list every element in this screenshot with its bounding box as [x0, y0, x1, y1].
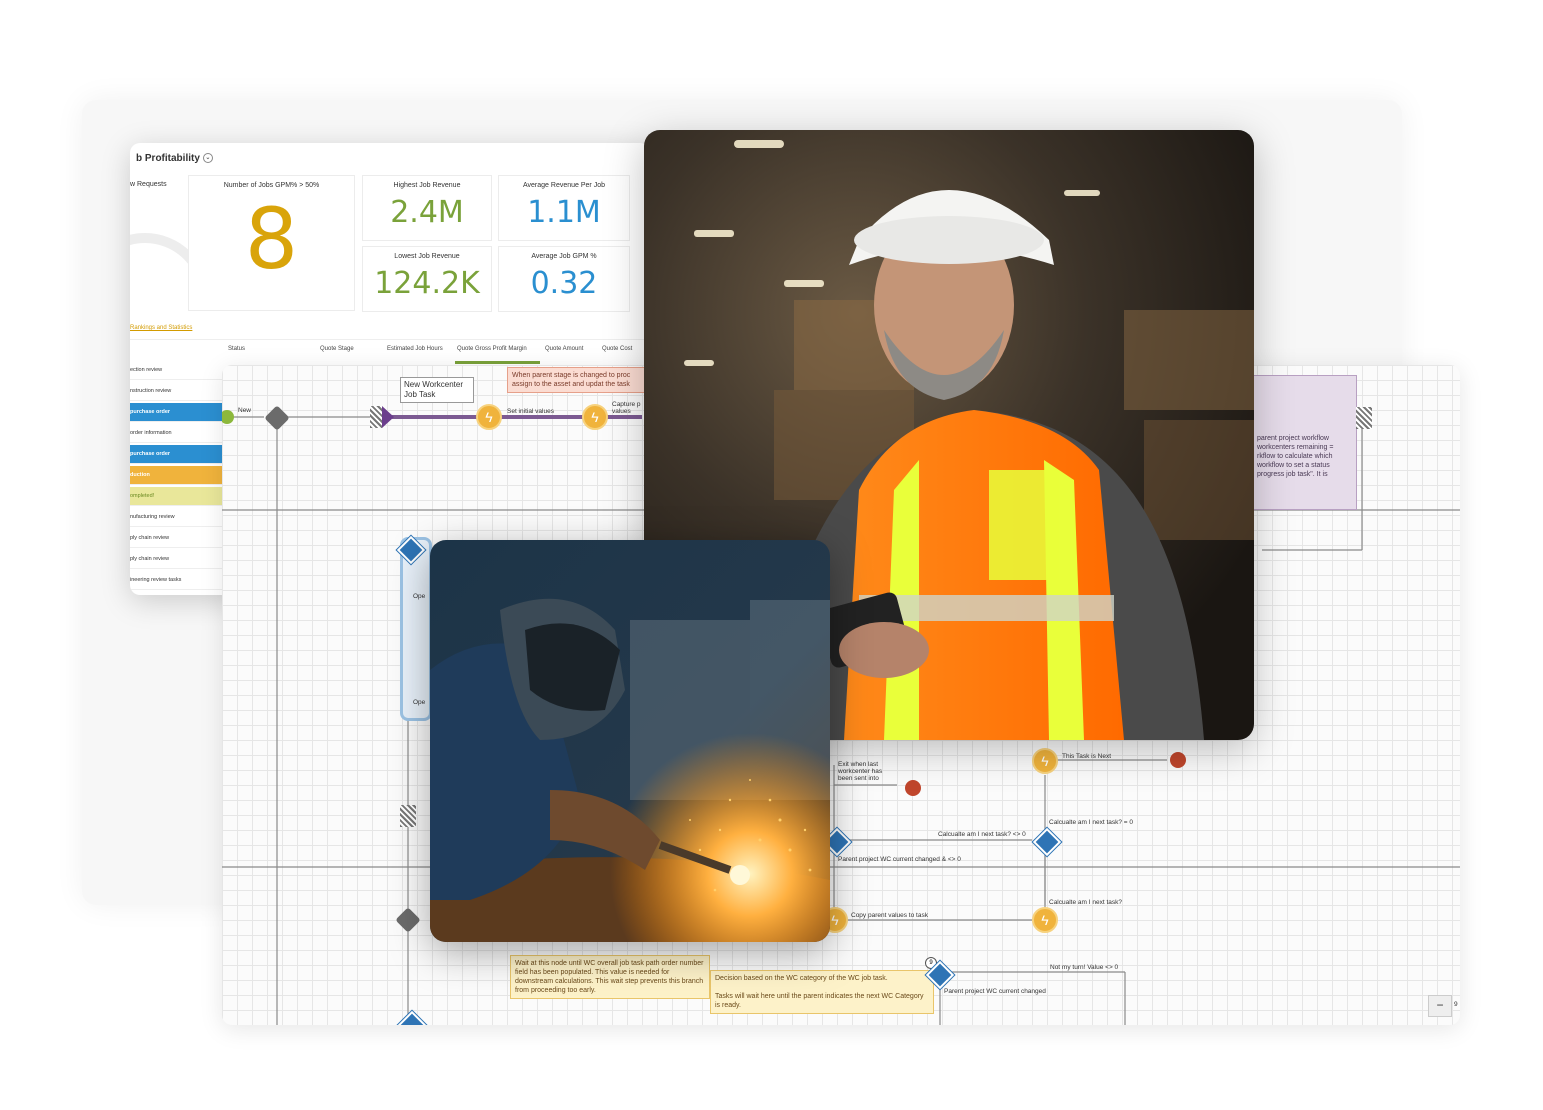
workcenter-task-box[interactable]: New Workcenter Job Task: [400, 377, 474, 403]
list-item[interactable]: purchase order: [130, 445, 222, 464]
kpi-card-avg-revenue[interactable]: Average Revenue Per Job 1.1M: [498, 175, 630, 241]
parent-wc-changed-label: Parent project WC current changed: [944, 988, 1046, 995]
dashboard-title: b Profitability ⌄: [136, 153, 213, 164]
parent-changed-label: Parent project WC current changed & <> 0: [838, 856, 961, 863]
list-item[interactable]: ply chain review: [130, 529, 222, 548]
calc-next-ne-label: Calcualte am I next task? <> 0: [938, 831, 1026, 838]
note-wait[interactable]: Wait at this node until WC overall job t…: [510, 955, 710, 999]
collapsed-group[interactable]: [400, 537, 432, 721]
column-header[interactable]: Quote Cost: [602, 346, 632, 352]
kpi-label: Lowest Job Revenue: [394, 253, 460, 260]
set-initial-label: Set initial values: [507, 408, 554, 415]
list-item[interactable]: ply chain review: [130, 550, 222, 569]
active-column-indicator: [455, 361, 540, 364]
exit-last-label: Exit when last workcenter has been sent …: [838, 761, 883, 782]
list-item[interactable]: nstruction review: [130, 382, 222, 401]
column-header[interactable]: Quote Amount: [545, 346, 583, 352]
column-header[interactable]: Estimated Job Hours: [387, 346, 443, 352]
kpi-label: Average Job GPM %: [531, 253, 597, 260]
welder-illustration: [430, 540, 830, 942]
capture-label: Capture p values: [612, 401, 641, 415]
kpi-card-jobs-gpm[interactable]: Number of Jobs GPM% > 50% 8: [188, 175, 355, 311]
not-my-turn-label: Not my turn! Value <> 0: [1050, 964, 1119, 971]
note-right[interactable]: parent project workflow workcenters rema…: [1252, 375, 1357, 510]
bolt-icon[interactable]: ϟ: [1032, 748, 1058, 774]
rankings-statistics-link[interactable]: Rankings and Statistics: [130, 325, 192, 331]
kpi-label: Average Revenue Per Job: [523, 182, 605, 189]
kpi-value: 1.1M: [527, 195, 601, 230]
zoom-level: 9: [1454, 1001, 1458, 1008]
bolt-icon[interactable]: ϟ: [1032, 907, 1058, 933]
list-item[interactable]: ection review: [130, 361, 222, 380]
bolt-icon[interactable]: ϟ: [582, 404, 608, 430]
kpi-new-requests: w Requests: [130, 175, 178, 188]
kpi-value: 0.32: [530, 266, 598, 301]
hatch-node[interactable]: [400, 805, 416, 827]
list-item[interactable]: purchase order: [130, 403, 222, 422]
new-label: New: [238, 407, 252, 414]
list-item[interactable]: ineering review tasks: [130, 571, 222, 590]
list-item[interactable]: nufacturing review: [130, 508, 222, 527]
kpi-value: 8: [244, 190, 299, 288]
end-node[interactable]: [905, 780, 921, 796]
note-decision[interactable]: Decision based on the WC category of the…: [710, 970, 934, 1014]
column-header[interactable]: Quote Gross Profit Margin: [457, 346, 527, 352]
column-header[interactable]: Quote Stage: [320, 346, 354, 352]
dashboard-title-text: b Profitability: [136, 153, 200, 164]
end-node[interactable]: [1170, 752, 1186, 768]
kpi-card-highest-revenue[interactable]: Highest Job Revenue 2.4M: [362, 175, 492, 241]
list-item[interactable]: order information: [130, 424, 222, 443]
kpi-value: 124.2K: [374, 266, 480, 301]
kpi-label: Highest Job Revenue: [393, 182, 461, 189]
hatch-node[interactable]: [370, 406, 382, 428]
kpi-label: Number of Jobs GPM% > 50%: [223, 182, 320, 189]
bolt-icon[interactable]: ϟ: [476, 404, 502, 430]
chevron-down-icon[interactable]: ⌄: [202, 153, 213, 164]
calc-next-q-label: Calcualte am I next task?: [1049, 899, 1122, 906]
divider: [130, 339, 650, 340]
hatch-node[interactable]: [1356, 407, 1372, 429]
list-item[interactable]: duction: [130, 466, 222, 485]
open-label: Ope: [413, 593, 426, 600]
copy-parent-label: Copy parent values to task: [851, 912, 928, 919]
kpi-card-avg-gpm[interactable]: Average Job GPM % 0.32: [498, 246, 630, 312]
kpi-card-lowest-revenue[interactable]: Lowest Job Revenue 124.2K: [362, 246, 492, 312]
kpi-label: w Requests: [130, 181, 167, 188]
arrow-node[interactable]: [382, 406, 394, 428]
calc-next-eq-label: Calcualte am I next task? = 0: [1049, 819, 1134, 826]
welder-photo: [430, 540, 830, 942]
note-parent-stage[interactable]: When parent stage is changed to proc ass…: [507, 367, 657, 393]
list-item[interactable]: ompleted!: [130, 487, 222, 506]
open-label: Ope: [413, 699, 426, 706]
kpi-value: 2.4M: [390, 195, 464, 230]
this-task-next-label: This Task is Next: [1062, 753, 1112, 760]
zoom-out-button[interactable]: −: [1428, 995, 1452, 1017]
column-header[interactable]: Status: [228, 346, 245, 352]
